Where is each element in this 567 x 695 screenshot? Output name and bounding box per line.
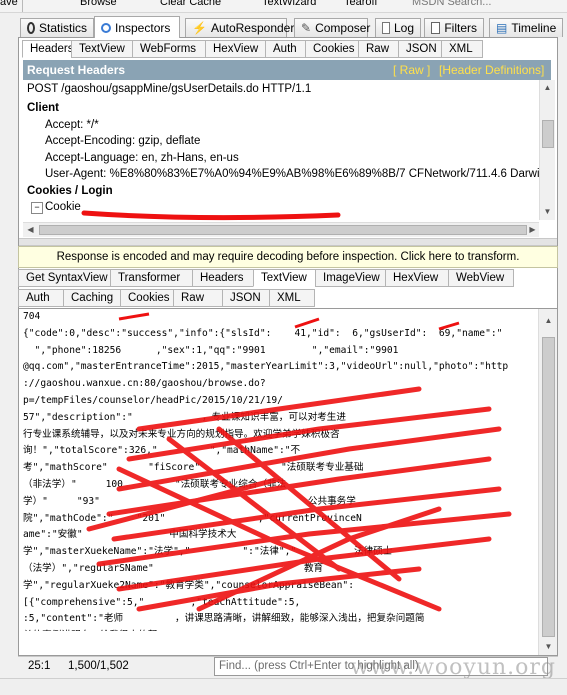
resp-tab-raw[interactable]: Raw bbox=[173, 289, 223, 307]
raw-link[interactable]: [ Raw ] bbox=[393, 63, 430, 77]
headers-hscroll[interactable]: ◀ ▶ bbox=[23, 222, 539, 237]
response-tab-bar-1: Get SyntaxView Transformer Headers TextV… bbox=[18, 269, 514, 287]
timeline-icon: ▤ bbox=[496, 21, 508, 35]
tab-composer[interactable]: ✎ Composer bbox=[294, 18, 371, 37]
checkbox-icon bbox=[431, 22, 441, 34]
header-accept-encoding[interactable]: Accept-Encoding: gzip, deflate bbox=[45, 135, 200, 147]
log-icon bbox=[382, 22, 390, 34]
scroll-thumb[interactable] bbox=[542, 337, 555, 637]
redaction-scribbles bbox=[86, 312, 512, 612]
tab-inspectors[interactable]: Inspectors bbox=[94, 16, 180, 38]
stopwatch-icon bbox=[27, 22, 35, 34]
hscroll-thumb[interactable] bbox=[39, 225, 527, 235]
scroll-up-icon[interactable]: ▲ bbox=[541, 313, 556, 328]
tab-statistics[interactable]: Statistics bbox=[20, 18, 94, 37]
resp-tab-auth[interactable]: Auth bbox=[18, 289, 64, 307]
scroll-right-icon[interactable]: ▶ bbox=[525, 222, 540, 237]
req-tab-headers[interactable]: Headers bbox=[22, 40, 73, 58]
header-accept[interactable]: Accept: */* bbox=[45, 119, 99, 131]
lightning-icon: ⚡ bbox=[192, 21, 207, 35]
tab-log[interactable]: Log bbox=[375, 18, 421, 37]
resp-tab-hexview[interactable]: HexView bbox=[385, 269, 449, 287]
request-line: POST /gaoshou/gsappMine/gsUserDetails.do… bbox=[27, 83, 312, 95]
request-headers-bar: Request Headers [ Raw ] [Header Definiti… bbox=[23, 60, 551, 80]
toolbar-textwizard[interactable]: TextWizard bbox=[262, 0, 316, 8]
tab-label: Composer bbox=[315, 21, 371, 35]
request-headers-tree: POST /gaoshou/gsappMine/gsUserDetails.do… bbox=[23, 80, 539, 220]
resp-tab-syntaxview[interactable]: Get SyntaxView bbox=[18, 269, 111, 287]
magnifier-icon bbox=[101, 22, 111, 33]
watermark: www.wooyun.org bbox=[350, 655, 556, 680]
group-client[interactable]: Client bbox=[27, 102, 59, 114]
headers-vscroll[interactable]: ▲ ▼ bbox=[539, 80, 555, 220]
req-tab-xml[interactable]: XML bbox=[441, 40, 483, 58]
req-tab-auth[interactable]: Auth bbox=[265, 40, 306, 58]
resp-tab-transformer[interactable]: Transformer bbox=[110, 269, 193, 287]
resp-tab-textview[interactable]: TextView bbox=[253, 269, 316, 287]
tab-label: Inspectors bbox=[115, 20, 171, 35]
group-cookies-login[interactable]: Cookies / Login bbox=[27, 185, 113, 197]
pane-splitter[interactable] bbox=[19, 238, 557, 246]
tab-timeline[interactable]: ▤ Timeline bbox=[489, 18, 563, 37]
cookie-redaction bbox=[81, 210, 341, 221]
resp-tab-imageview[interactable]: ImageView bbox=[315, 269, 386, 287]
req-tab-cookies[interactable]: Cookies bbox=[305, 40, 359, 58]
toolbar-clear-cache[interactable]: Clear Cache bbox=[160, 0, 221, 8]
req-tab-webforms[interactable]: WebForms bbox=[132, 40, 206, 58]
scroll-thumb[interactable] bbox=[542, 120, 554, 148]
response-pane: 704 {"code":0,"desc":"success","info":{"s… bbox=[18, 308, 558, 656]
header-definitions-link[interactable]: [Header Definitions] bbox=[439, 63, 544, 77]
req-tab-textview[interactable]: TextView bbox=[71, 40, 133, 58]
resp-tab-json[interactable]: JSON bbox=[222, 289, 270, 307]
tab-label: Filters bbox=[444, 21, 477, 35]
toolbar-browse[interactable]: Browse bbox=[80, 0, 117, 8]
tab-label: Log bbox=[393, 21, 414, 35]
resp-tab-caching[interactable]: Caching bbox=[63, 289, 121, 307]
collapse-icon[interactable]: − bbox=[31, 202, 43, 214]
resp-tab-xml[interactable]: XML bbox=[269, 289, 315, 307]
req-tab-hexview[interactable]: HexView bbox=[205, 40, 266, 58]
req-tab-json[interactable]: JSON bbox=[398, 40, 442, 58]
tab-label: AutoResponder bbox=[210, 21, 295, 35]
header-cookie[interactable]: Cookie bbox=[45, 201, 81, 213]
pencil-icon: ✎ bbox=[301, 21, 312, 35]
header-user-agent[interactable]: User-Agent: %E8%80%83%E7%A0%94%E9%AB%98%… bbox=[45, 168, 539, 180]
resp-tab-webview[interactable]: WebView bbox=[448, 269, 514, 287]
response-vscroll[interactable]: ▲ ▼ bbox=[538, 309, 557, 655]
main-tab-bar: Statistics Inspectors ⚡ AutoResponder ✎ … bbox=[0, 14, 567, 38]
resp-tab-cookies[interactable]: Cookies bbox=[120, 289, 174, 307]
toolbar-msdn-search[interactable]: MSDN Search... bbox=[412, 0, 491, 8]
top-toolbar: ave Browse Clear Cache TextWizard Tearof… bbox=[0, 0, 567, 13]
decode-banner[interactable]: Response is encoded and may require deco… bbox=[18, 246, 558, 268]
status-bar: 25:1 1,500/1,502 Find... (press Ctrl+Ent… bbox=[18, 655, 558, 680]
toolbar-tearoff[interactable]: Tearoff bbox=[344, 0, 377, 8]
scroll-up-icon[interactable]: ▲ bbox=[540, 80, 555, 95]
tab-filters[interactable]: Filters bbox=[424, 18, 484, 37]
request-tab-bar: Headers TextView WebForms HexView Auth C… bbox=[22, 40, 483, 58]
tab-label: Timeline bbox=[511, 21, 557, 35]
response-tab-bar-2: Auth Caching Cookies Raw JSON XML bbox=[18, 289, 315, 307]
tab-label: Statistics bbox=[38, 21, 87, 35]
scroll-down-icon[interactable]: ▼ bbox=[541, 639, 556, 654]
scroll-down-icon[interactable]: ▼ bbox=[540, 204, 555, 219]
req-tab-raw[interactable]: Raw bbox=[358, 40, 399, 58]
toolbar-save[interactable]: ave bbox=[0, 0, 18, 8]
tab-autoresponder[interactable]: ⚡ AutoResponder bbox=[185, 18, 294, 37]
cursor-position: 25:1 bbox=[28, 660, 51, 672]
resp-tab-headers[interactable]: Headers bbox=[192, 269, 254, 287]
header-accept-language[interactable]: Accept-Language: en, zh-Hans, en-us bbox=[45, 152, 239, 164]
scroll-left-icon[interactable]: ◀ bbox=[23, 222, 38, 237]
line-count: 1,500/1,502 bbox=[68, 660, 129, 672]
bottom-strip bbox=[0, 678, 567, 695]
request-headers-title: Request Headers bbox=[27, 63, 126, 77]
